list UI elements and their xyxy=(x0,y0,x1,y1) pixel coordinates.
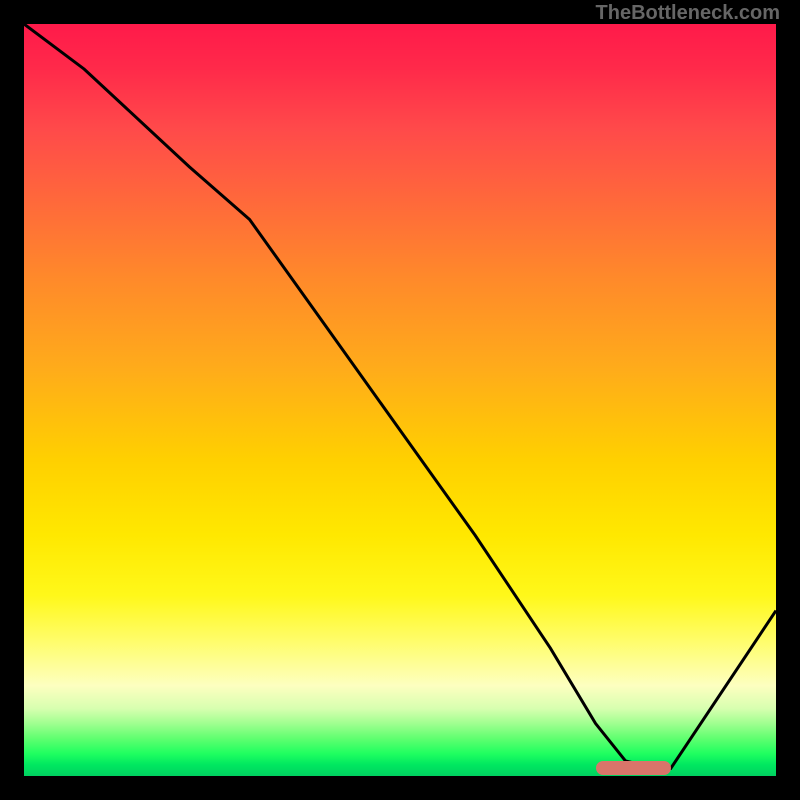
bottleneck-curve xyxy=(24,24,776,776)
watermark-text: TheBottleneck.com xyxy=(596,2,780,25)
optimum-marker xyxy=(596,761,671,775)
plot-area xyxy=(24,24,776,776)
curve-path xyxy=(24,24,776,769)
